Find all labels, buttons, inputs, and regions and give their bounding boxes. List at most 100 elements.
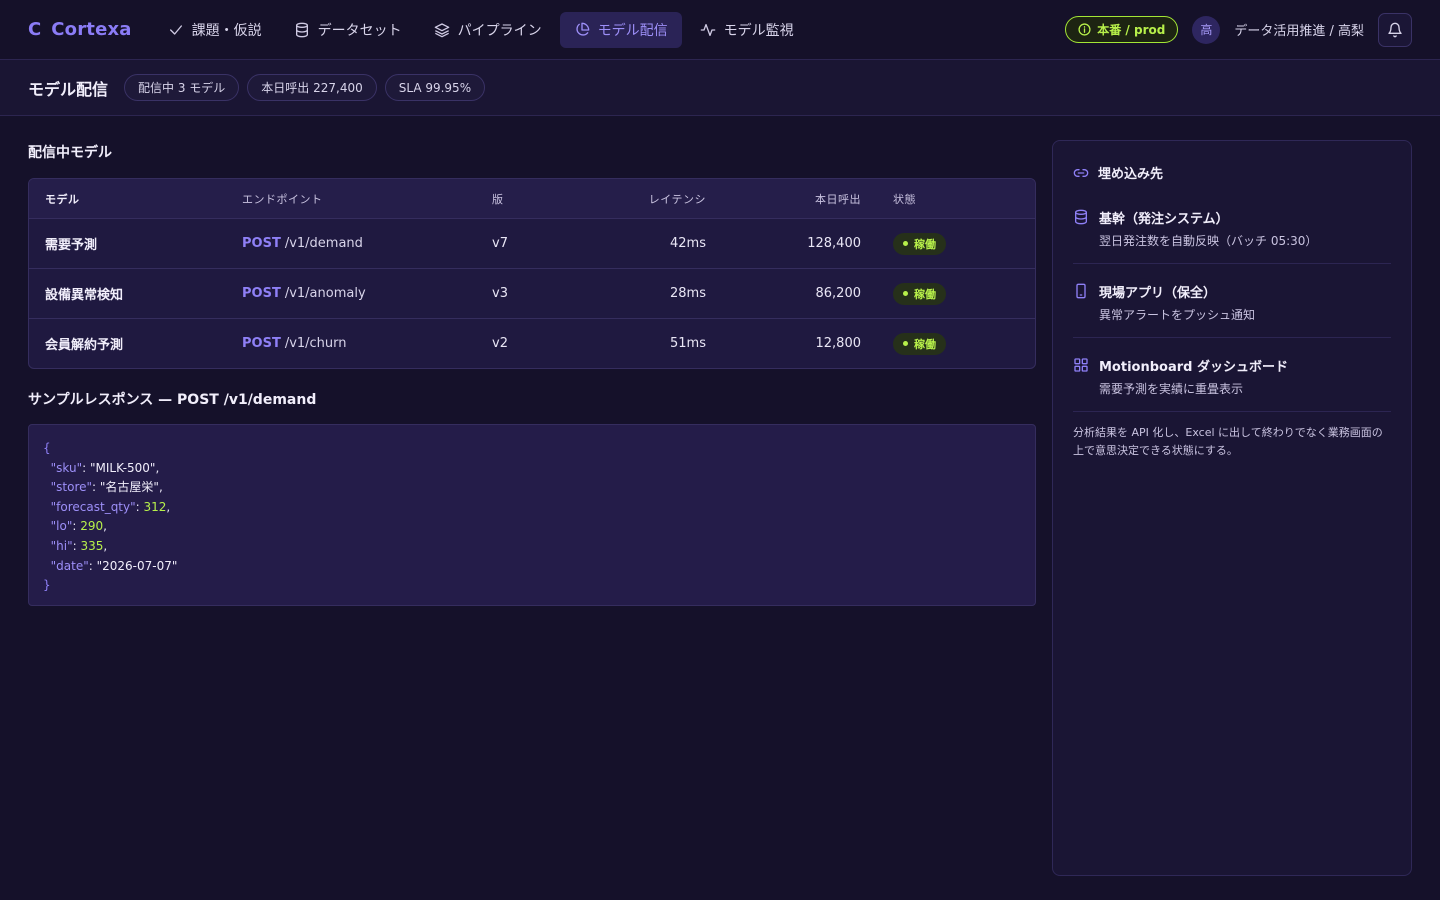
json-key: "sku" <box>50 460 83 475</box>
table-row[interactable]: 会員解約予測 POST/v1/churn v2 51ms 12,800 稼働 <box>29 318 1035 368</box>
column-header-version: 版 <box>492 192 504 206</box>
endpoint[interactable]: POST/v1/anomaly <box>242 286 492 301</box>
model-name: 設備異常検知 <box>45 288 124 303</box>
bell-icon <box>1387 22 1403 38</box>
page-title: モデル配信 <box>28 79 109 99</box>
json-key: "forecast_qty" <box>50 499 136 514</box>
column-header-model: モデル <box>45 192 80 206</box>
main-content: 配信中モデル モデル エンドポイント 版 レイテンシ 本日呼出 状態 需要予測 … <box>0 116 1440 876</box>
json-value: "MILK-500" <box>89 460 156 475</box>
endpoint-path: /v1/churn <box>284 336 347 351</box>
status-badge: 稼働 <box>893 282 946 305</box>
json-colon: : <box>92 480 100 495</box>
nav-item-model-monitoring[interactable]: モデル監視 <box>686 12 808 48</box>
json-line: "forecast_qty": 312, <box>43 498 1021 518</box>
embed-item-desc: 需要予測を実績に重畳表示 <box>1099 382 1244 396</box>
smartphone-icon <box>1073 283 1089 323</box>
brand-name: Cortexa <box>51 19 132 40</box>
status-badge: 稼働 <box>893 232 946 255</box>
calls-today: 86,200 <box>815 286 862 301</box>
stat-pill-sla: SLA 99.95% <box>384 74 486 101</box>
table-row[interactable]: 需要予測 POST/v1/demand v7 42ms 128,400 稼働 <box>29 218 1035 268</box>
status-cell: 稼働 <box>861 282 1035 305</box>
endpoint[interactable]: POST/v1/churn <box>242 336 492 351</box>
table-row[interactable]: 設備異常検知 POST/v1/anomaly v3 28ms 86,200 稼働 <box>29 268 1035 318</box>
model-version: v3 <box>492 286 508 301</box>
column-header-calls: 本日呼出 <box>815 192 861 206</box>
table-header: モデル エンドポイント 版 レイテンシ 本日呼出 状態 <box>29 179 1035 218</box>
database-icon <box>294 22 310 38</box>
http-method: POST <box>242 236 281 251</box>
json-line: "store": "名古屋栄", <box>43 478 1021 498</box>
json-comma: , <box>103 538 108 553</box>
stat-pill-models: 配信中 3 モデル <box>124 74 240 101</box>
embed-item-title: 基幹（発注システム） <box>1099 212 1229 227</box>
embed-item-desc: 翌日発注数を自動反映（バッチ 05:30） <box>1099 234 1318 248</box>
activity-icon <box>700 22 716 38</box>
model-name: 会員解約予測 <box>45 338 124 353</box>
info-icon <box>1078 23 1091 36</box>
json-key: "date" <box>50 558 89 573</box>
sample-response-code[interactable]: { "sku": "MILK-500", "store": "名古屋栄", "f… <box>28 424 1036 606</box>
column-header-latency: レイテンシ <box>648 192 706 206</box>
json-value: 312 <box>143 499 167 514</box>
nav-item-label: データセット <box>317 22 402 39</box>
json-value: 335 <box>80 538 104 553</box>
status-cell: 稼働 <box>861 332 1035 355</box>
embed-item-desc: 異常アラートをプッシュ通知 <box>1099 308 1256 322</box>
pie-chart-icon <box>574 22 590 38</box>
status-dot-icon <box>903 341 908 346</box>
nav-item-issues[interactable]: 課題・仮説 <box>154 12 276 48</box>
json-key: "store" <box>50 480 93 495</box>
calls-today: 12,800 <box>815 336 862 351</box>
status-badge: 稼働 <box>893 332 946 355</box>
embed-item-field-app[interactable]: 現場アプリ（保全） 異常アラートをプッシュ通知 <box>1073 276 1391 338</box>
http-method: POST <box>242 336 281 351</box>
embed-item-dashboard[interactable]: Motionboard ダッシュボード 需要予測を実績に重畳表示 <box>1073 350 1391 412</box>
latency: 28ms <box>670 286 706 301</box>
brand[interactable]: C Cortexa <box>28 19 132 40</box>
column-header-endpoint: エンドポイント <box>242 192 323 206</box>
json-value: 290 <box>80 519 104 534</box>
column-header-status: 状態 <box>893 192 916 206</box>
json-colon: : <box>82 460 90 475</box>
nav-item-pipeline[interactable]: パイプライン <box>420 12 556 48</box>
status-label: 稼働 <box>914 337 936 351</box>
link-icon <box>1073 165 1089 181</box>
nav-item-label: 課題・仮説 <box>191 22 262 39</box>
main-nav: 課題・仮説 データセット パイプライン モデル配信 モデル監視 <box>154 11 808 48</box>
json-close-brace: } <box>43 578 51 593</box>
json-line: "hi": 335, <box>43 537 1021 557</box>
json-open-brace: { <box>43 441 51 455</box>
section-title-sample-response: サンプルレスポンス — POST /v1/demand <box>28 392 317 408</box>
nav-item-label: モデル監視 <box>723 22 794 39</box>
database-icon <box>1073 209 1089 249</box>
status-label: 稼働 <box>914 237 936 251</box>
http-method: POST <box>242 286 281 301</box>
check-icon <box>168 22 184 38</box>
calls-today: 128,400 <box>807 236 861 251</box>
status-dot-icon <box>903 241 908 246</box>
environment-label: 本番 / prod <box>1097 23 1166 37</box>
model-version: v7 <box>492 236 508 251</box>
models-table: モデル エンドポイント 版 レイテンシ 本日呼出 状態 需要予測 POST/v1… <box>28 178 1036 369</box>
header-right: 本番 / prod 高 データ活用推進 / 高梨 <box>1065 12 1412 47</box>
endpoint[interactable]: POST/v1/demand <box>242 236 492 251</box>
model-version: v2 <box>492 336 508 351</box>
nav-item-datasets[interactable]: データセット <box>280 12 416 48</box>
json-value: "2026-07-07" <box>96 558 178 573</box>
panel-title: 埋め込み先 <box>1098 167 1164 182</box>
embed-item-core-system[interactable]: 基幹（発注システム） 翌日発注数を自動反映（バッチ 05:30） <box>1073 202 1391 264</box>
notifications-button[interactable] <box>1378 12 1412 47</box>
status-label: 稼働 <box>914 287 936 301</box>
page-header: モデル配信 配信中 3 モデル 本日呼出 227,400 SLA 99.95% <box>0 60 1440 116</box>
avatar[interactable]: 高 <box>1192 15 1221 44</box>
environment-badge[interactable]: 本番 / prod <box>1065 16 1179 43</box>
user-name[interactable]: データ活用推進 / 高梨 <box>1234 20 1364 39</box>
nav-item-model-serving[interactable]: モデル配信 <box>559 11 682 48</box>
left-column: 配信中モデル モデル エンドポイント 版 レイテンシ 本日呼出 状態 需要予測 … <box>28 140 1036 876</box>
json-line: "lo": 290, <box>43 517 1021 537</box>
json-comma: , <box>158 480 163 495</box>
latency: 51ms <box>670 336 706 351</box>
top-navigation: C Cortexa 課題・仮説 データセット パイプライン モデル配信 モデル監… <box>0 0 1440 60</box>
